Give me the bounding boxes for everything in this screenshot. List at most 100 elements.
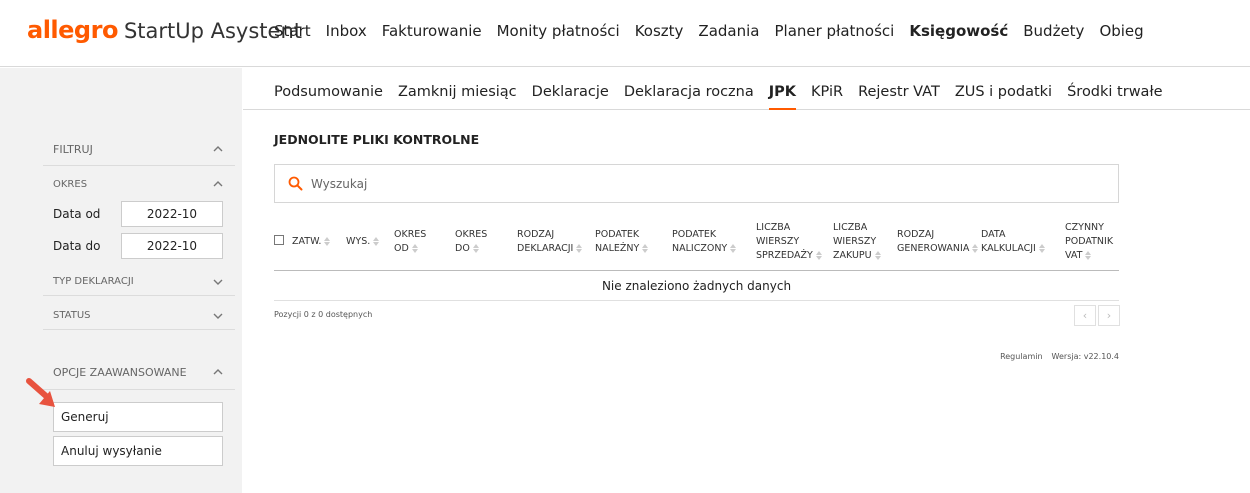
version-label: Wersja: v22.10.4 bbox=[1051, 352, 1119, 361]
nav-item-obieg[interactable]: Obieg bbox=[1099, 22, 1143, 40]
tab-jpk[interactable]: JPK bbox=[768, 84, 797, 110]
column-header-label: WIERSZY bbox=[756, 236, 800, 247]
period-section-header[interactable]: OKRES bbox=[43, 170, 235, 198]
status-section-header[interactable]: STATUS bbox=[43, 302, 235, 330]
sort-icon bbox=[373, 237, 380, 246]
column-header-liczba-wierszy-zakupu[interactable]: LICZBA WIERSZY ZAKUPU bbox=[833, 221, 881, 263]
select-all-checkbox[interactable] bbox=[274, 235, 284, 245]
chevron-up-icon bbox=[213, 181, 223, 187]
column-header-label: DATA bbox=[981, 229, 1006, 240]
filter-label: FILTRUJ bbox=[53, 142, 93, 156]
column-header-label: RODZAJ bbox=[897, 229, 935, 240]
column-header-label: PODATEK bbox=[595, 229, 640, 240]
column-header-czynny-podatnik-vat[interactable]: CZYNNY PODATNIK VAT bbox=[1065, 221, 1113, 263]
generate-button[interactable]: Generuj bbox=[53, 402, 223, 432]
nav-item-planer-platnosci[interactable]: Planer płatności bbox=[774, 22, 894, 40]
tab-deklaracje[interactable]: Deklaracje bbox=[532, 84, 609, 110]
advanced-options-section-header[interactable]: OPCJE ZAAWANSOWANE bbox=[43, 355, 235, 390]
nav-item-monity-platnosci[interactable]: Monity płatności bbox=[497, 22, 620, 40]
sort-icon bbox=[642, 244, 649, 253]
tab-srodki-trwale[interactable]: Środki trwałe bbox=[1067, 84, 1162, 110]
column-header-label: OKRES bbox=[394, 229, 427, 240]
advanced-options-label: OPCJE ZAAWANSOWANE bbox=[53, 365, 187, 379]
search-box[interactable] bbox=[274, 164, 1119, 203]
date-from-input[interactable]: 2022-10 bbox=[121, 201, 223, 227]
column-header-label: SPRZEDAŻY bbox=[756, 250, 813, 261]
sort-icon bbox=[576, 244, 583, 253]
page-title: JEDNOLITE PLIKI KONTROLNE bbox=[274, 132, 480, 147]
date-from-label: Data od bbox=[53, 207, 101, 221]
column-header-liczba-wierszy-sprzedazy[interactable]: LICZBA WIERSZY SPRZEDAŻY bbox=[756, 221, 822, 263]
column-header-label: OKRES bbox=[455, 229, 488, 240]
chevron-down-icon bbox=[213, 279, 223, 285]
column-header-label: GENEROWANIA bbox=[897, 243, 970, 254]
table-header: ZATW. WYS. OKRES OD OKRES DO RODZAJ DEKLARACJI P… bbox=[274, 216, 1119, 271]
column-header-label: VAT bbox=[1065, 250, 1083, 261]
chevron-up-icon bbox=[213, 146, 223, 152]
tab-kpir[interactable]: KPiR bbox=[811, 84, 843, 110]
column-header-rodzaj-generowania[interactable]: RODZAJ GENEROWANIA bbox=[897, 228, 979, 256]
column-header-podatek-naliczony[interactable]: PODATEK NALICZONY bbox=[672, 228, 737, 256]
nav-item-start[interactable]: Start bbox=[274, 22, 311, 40]
nav-item-inbox[interactable]: Inbox bbox=[326, 22, 367, 40]
column-header-rodzaj-deklaracji[interactable]: RODZAJ DEKLARACJI bbox=[517, 228, 583, 256]
column-header-okres-do[interactable]: OKRES DO bbox=[455, 228, 487, 256]
pager-next-button[interactable]: › bbox=[1098, 305, 1120, 326]
column-header-label: LICZBA bbox=[833, 222, 868, 233]
declaration-type-section-header[interactable]: TYP DEKLARACJI bbox=[43, 268, 235, 296]
column-header-label: NALEŻNY bbox=[595, 243, 640, 254]
empty-message: Nie znaleziono żadnych danych bbox=[274, 272, 1119, 301]
date-to-input[interactable]: 2022-10 bbox=[121, 233, 223, 259]
column-header-label: KALKULACJI bbox=[981, 243, 1036, 254]
nav-item-koszty[interactable]: Koszty bbox=[635, 22, 684, 40]
chevron-down-icon bbox=[213, 313, 223, 319]
tab-rejestr-vat[interactable]: Rejestr VAT bbox=[858, 84, 940, 110]
tab-zus-i-podatki[interactable]: ZUS i podatki bbox=[955, 84, 1052, 110]
tab-podsumowanie[interactable]: Podsumowanie bbox=[274, 84, 383, 110]
period-label: OKRES bbox=[53, 178, 88, 190]
terms-link[interactable]: Regulamin bbox=[1000, 352, 1042, 361]
sort-icon bbox=[730, 244, 737, 253]
search-input[interactable] bbox=[311, 176, 1071, 191]
pager-prev-button[interactable]: ‹ bbox=[1074, 305, 1096, 326]
column-header-label: DO bbox=[455, 243, 470, 254]
column-header-zatw[interactable]: ZATW. bbox=[292, 235, 331, 249]
column-header-label: ZAKUPU bbox=[833, 250, 872, 261]
column-header-label: WYS. bbox=[346, 236, 371, 247]
sort-icon bbox=[472, 244, 479, 253]
status-label: STATUS bbox=[53, 310, 91, 321]
column-header-label: DEKLARACJI bbox=[517, 243, 574, 254]
table-info: Pozycji 0 z 0 dostępnych bbox=[274, 310, 373, 319]
cancel-sending-button[interactable]: Anuluj wysyłanie bbox=[53, 436, 223, 466]
pagination: ‹ › bbox=[1072, 305, 1120, 326]
column-header-okres-od[interactable]: OKRES OD bbox=[394, 228, 426, 256]
logo[interactable]: allegro StartUp Asystent bbox=[27, 16, 302, 48]
chevron-up-icon bbox=[213, 369, 223, 375]
tab-zamknij-miesiac[interactable]: Zamknij miesiąc bbox=[398, 84, 517, 110]
column-header-data-kalkulacji[interactable]: DATA KALKULACJI bbox=[981, 228, 1045, 256]
sort-icon bbox=[1038, 244, 1045, 253]
nav-item-ksiegowosc[interactable]: Księgowość bbox=[909, 22, 1008, 40]
column-header-label: RODZAJ bbox=[517, 229, 555, 240]
allegro-logo-text: allegro bbox=[27, 16, 118, 44]
column-header-label: PODATEK bbox=[672, 229, 717, 240]
nav-item-budzety[interactable]: Budżety bbox=[1023, 22, 1084, 40]
main-nav: Start Inbox Fakturowanie Monity płatności Ko… bbox=[274, 22, 1159, 40]
nav-item-zadania[interactable]: Zadania bbox=[698, 22, 759, 40]
date-to-row: Data do 2022-10 bbox=[53, 233, 223, 259]
sort-icon bbox=[972, 244, 979, 253]
sort-icon bbox=[324, 237, 331, 246]
tab-deklaracja-roczna[interactable]: Deklaracja roczna bbox=[624, 84, 754, 110]
column-header-label: WIERSZY bbox=[833, 236, 877, 247]
column-header-wys[interactable]: WYS. bbox=[346, 235, 380, 249]
nav-item-fakturowanie[interactable]: Fakturowanie bbox=[382, 22, 482, 40]
date-from-row: Data od 2022-10 bbox=[53, 201, 223, 227]
footer: Regulamin Wersja: v22.10.4 bbox=[991, 352, 1119, 361]
sub-nav: Podsumowanie Zamknij miesiąc Deklaracje Dek… bbox=[243, 68, 1250, 110]
column-header-podatek-nalezny[interactable]: PODATEK NALEŻNY bbox=[595, 228, 649, 256]
column-header-label: OD bbox=[394, 243, 409, 254]
search-icon bbox=[288, 176, 303, 191]
sort-icon bbox=[815, 251, 822, 260]
sort-icon bbox=[411, 244, 418, 253]
filter-section-header[interactable]: FILTRUJ bbox=[43, 133, 235, 166]
